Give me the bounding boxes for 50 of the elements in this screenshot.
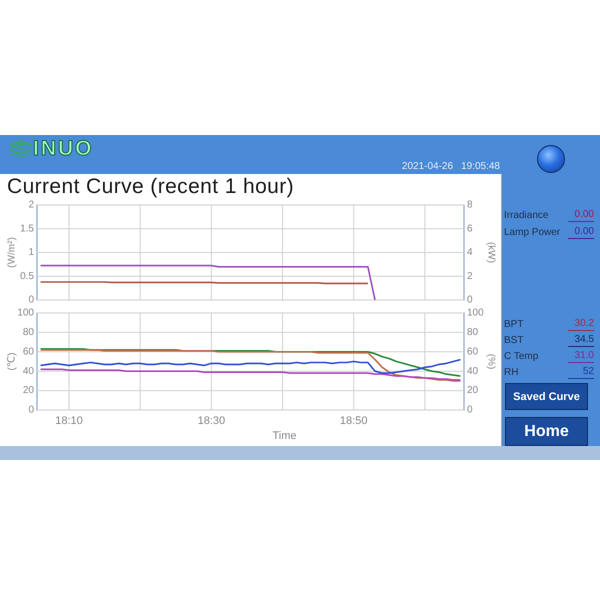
axis-tick-label: 40: [467, 366, 478, 377]
axis-tick-label: 18:50: [340, 414, 368, 427]
axis-tick-label: 20: [22, 385, 34, 396]
axis-tick-label: 0: [467, 404, 473, 416]
saved-curve-button[interactable]: Saved Curve: [505, 383, 588, 410]
axis-tick-label: 0.5: [20, 270, 34, 282]
axis-tick-label: 2: [28, 200, 34, 211]
logo-text: INUO: [33, 140, 94, 158]
axis-tick-label: 0: [467, 294, 473, 306]
axis-tick-label: 18:10: [55, 414, 83, 427]
reading-label: Irradiance: [504, 210, 548, 221]
reading-value: 31.0: [568, 350, 594, 362]
axis-tick-label: 60: [467, 346, 478, 358]
reading-value: 52: [568, 366, 594, 378]
axis-tick-label: 0: [28, 294, 34, 306]
axis-tick-label: 4: [467, 247, 473, 258]
home-button[interactable]: Home: [505, 417, 588, 446]
axis-tick-label: 2: [467, 270, 473, 282]
reading-value: 0.00: [568, 226, 594, 239]
axis-title: (kW): [485, 242, 496, 264]
axis-title: (℃): [6, 352, 18, 370]
reading-label: BPT: [504, 318, 524, 330]
axis-tick-label: 60: [22, 346, 34, 358]
axis-title: (W/m²): [6, 237, 18, 268]
axis-title: Time: [272, 430, 297, 442]
axis-tick-label: 8: [467, 200, 473, 211]
time-text: 19:05:48: [461, 161, 500, 173]
axis-tick-label: 6: [467, 223, 473, 234]
axis-tick-label: 100: [17, 308, 34, 319]
axis-tick-label: 18:30: [198, 414, 226, 427]
striped-logo-icon: [10, 140, 32, 158]
axis-title: (%): [485, 354, 496, 370]
panel-title: Current Curve (recent 1 hour): [6, 174, 296, 199]
axis-tick-label: 20: [467, 385, 478, 396]
axis-tick-label: 40: [22, 366, 34, 377]
axis-tick-label: 1: [28, 247, 34, 258]
reading-value: 30.2: [568, 318, 594, 330]
round-button[interactable]: [537, 145, 565, 173]
axis-tick-label: 100: [467, 308, 484, 319]
reading-label: C Temp: [504, 350, 538, 362]
reading-value: 34.5: [568, 334, 594, 346]
reading-label: BST: [504, 334, 524, 346]
reading-label: Lamp Power: [504, 227, 560, 238]
date-text: 2021-04-26: [402, 161, 454, 173]
reading-value: 0.00: [568, 209, 594, 222]
axis-tick-label: 1.5: [20, 223, 34, 234]
axis-tick-label: 80: [467, 327, 478, 338]
axis-tick-label: 80: [22, 327, 34, 338]
reading-label: RH: [504, 366, 518, 378]
axis-tick-label: 0: [28, 404, 34, 416]
